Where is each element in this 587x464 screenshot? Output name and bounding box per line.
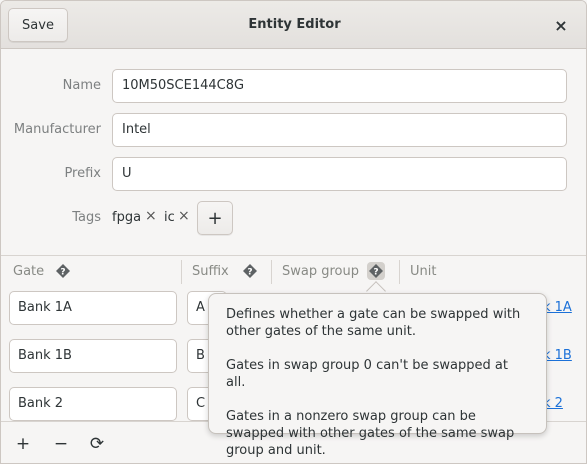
- close-icon[interactable]: ×: [549, 13, 573, 37]
- svg-text:?: ?: [373, 268, 378, 278]
- add-gate-icon[interactable]: +: [11, 432, 35, 456]
- gate-name-field[interactable]: Bank 1A: [9, 291, 177, 325]
- window-title: Entity Editor: [248, 17, 341, 32]
- refresh-icon[interactable]: ⟳: [85, 432, 109, 456]
- column-unit[interactable]: Unit: [410, 264, 436, 279]
- tag-ic: ic: [164, 210, 175, 225]
- remove-gate-icon[interactable]: −: [49, 432, 73, 456]
- manufacturer-field[interactable]: Intel: [112, 113, 567, 147]
- svg-text:?: ?: [247, 268, 252, 278]
- suffix-help-icon[interactable]: ?: [241, 262, 259, 280]
- tag-fpga: fpga: [112, 210, 142, 225]
- gate-unit-link[interactable]: k 1B: [543, 348, 572, 363]
- entity-editor-window: Save Entity Editor × Name 10M50SCE144C8G…: [0, 0, 587, 464]
- remove-tag-ic-icon[interactable]: ×: [178, 208, 190, 224]
- name-field[interactable]: 10M50SCE144C8G: [112, 69, 567, 103]
- tags-label: Tags: [72, 210, 101, 225]
- swap-group-help-icon[interactable]: ?: [367, 262, 385, 280]
- gate-name-field[interactable]: Bank 1B: [9, 339, 177, 373]
- popover-paragraph: Gates in a nonzero swap group can be swa…: [226, 409, 515, 458]
- column-separator: [181, 260, 182, 284]
- column-suffix[interactable]: Suffix: [192, 264, 229, 279]
- prefix-label: Prefix: [64, 166, 101, 181]
- gate-name-field[interactable]: Bank 2: [9, 387, 177, 421]
- popover-paragraph: Gates in swap group 0 can't be swapped a…: [226, 358, 508, 390]
- header-bar: Save Entity Editor ×: [1, 1, 586, 49]
- add-tag-button[interactable]: +: [197, 201, 233, 235]
- manufacturer-label: Manufacturer: [13, 122, 101, 137]
- column-separator: [399, 260, 400, 284]
- popover-paragraph: Defines whether a gate can be swapped wi…: [226, 307, 521, 339]
- column-separator: [271, 260, 272, 284]
- gates-table-header: Gate ? Suffix ? Swap group ? Unit: [1, 255, 586, 287]
- column-swap-group[interactable]: Swap group: [282, 264, 359, 279]
- swap-group-help-popover: Defines whether a gate can be swapped wi…: [208, 293, 547, 458]
- prefix-field[interactable]: U: [112, 157, 567, 191]
- gate-help-icon[interactable]: ?: [54, 262, 72, 280]
- gate-unit-link[interactable]: k 1A: [543, 300, 572, 315]
- save-button[interactable]: Save: [8, 8, 68, 42]
- remove-tag-fpga-icon[interactable]: ×: [145, 208, 157, 224]
- svg-text:?: ?: [60, 268, 65, 278]
- column-gate[interactable]: Gate: [13, 264, 44, 279]
- name-label: Name: [62, 78, 101, 93]
